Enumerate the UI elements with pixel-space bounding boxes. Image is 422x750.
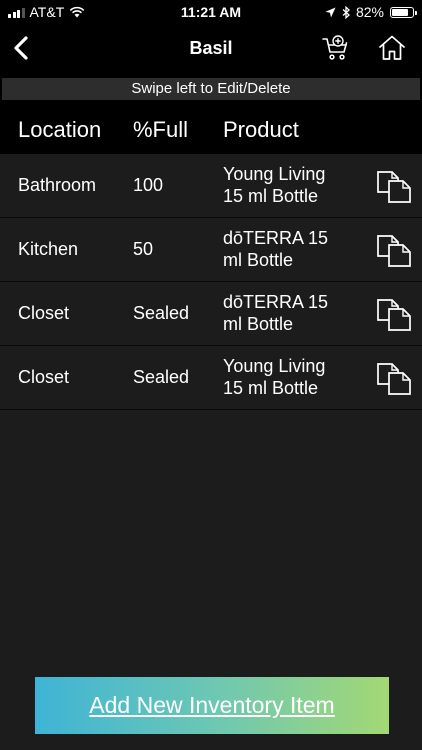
product-line: dōTERRA 15 <box>223 292 329 312</box>
copy-button[interactable] <box>376 362 412 396</box>
battery-percent: 82% <box>355 4 384 20</box>
location-arrow-icon <box>325 7 336 17</box>
table-row[interactable]: Closet Sealed dōTERRA 15 ml Bottle <box>0 282 422 346</box>
location-cell: Bathroom <box>18 175 97 195</box>
table-row[interactable]: Kitchen 50 dōTERRA 15 ml Bottle <box>0 218 422 282</box>
copy-button[interactable] <box>376 298 412 332</box>
bluetooth-icon <box>342 5 350 19</box>
copy-icon <box>377 363 411 395</box>
full-cell: 50 <box>133 239 154 259</box>
home-icon <box>379 35 405 60</box>
column-header-product: Product <box>223 117 299 142</box>
product-line: ml Bottle <box>223 314 294 334</box>
full-cell: Sealed <box>133 367 190 387</box>
location-cell: Closet <box>18 367 70 387</box>
copy-button[interactable] <box>376 234 412 268</box>
add-inventory-item-button[interactable]: Add New Inventory Item <box>35 677 389 734</box>
product-cell: Young Living 15 ml Bottle <box>223 355 353 399</box>
status-bar: AT&T 11:21 AM 82% <box>0 0 422 24</box>
product-cell: Young Living 15 ml Bottle <box>223 163 353 207</box>
product-cell: dōTERRA 15 ml Bottle <box>223 227 353 271</box>
cart-add-icon <box>322 35 348 60</box>
product-line: dōTERRA 15 <box>223 228 329 248</box>
inventory-table: Bathroom 100 Young Living 15 ml Bottle K… <box>0 154 422 750</box>
location-cell: Closet <box>18 303 70 323</box>
copy-icon <box>377 299 411 331</box>
product-line: 15 ml Bottle <box>223 378 319 398</box>
home-button[interactable] <box>377 34 407 62</box>
add-to-cart-button[interactable] <box>321 34 351 62</box>
copy-icon <box>377 235 411 267</box>
battery-fill <box>392 8 409 16</box>
full-cell: 100 <box>133 175 164 195</box>
location-cell: Kitchen <box>18 239 79 259</box>
page-title: Basil <box>189 38 233 58</box>
product-line: 15 ml Bottle <box>223 186 319 206</box>
copy-button[interactable] <box>376 170 412 204</box>
product-cell: dōTERRA 15 ml Bottle <box>223 291 353 335</box>
copy-icon <box>377 171 411 203</box>
table-header: Location %Full Product <box>0 104 422 154</box>
status-right: 82% <box>325 4 417 20</box>
product-line: Young Living <box>223 164 326 184</box>
battery-icon <box>390 6 417 18</box>
table-row[interactable]: Bathroom 100 Young Living 15 ml Bottle <box>0 154 422 218</box>
column-header-location: Location <box>18 117 102 142</box>
product-line: ml Bottle <box>223 250 294 270</box>
nav-bar: Basil <box>0 24 422 74</box>
table-row[interactable]: Closet Sealed Young Living 15 ml Bottle <box>0 346 422 410</box>
full-cell: Sealed <box>133 303 190 323</box>
column-header-full: %Full <box>133 117 189 142</box>
swipe-hint: Swipe left to Edit/Delete <box>2 78 420 100</box>
product-line: Young Living <box>223 356 326 376</box>
